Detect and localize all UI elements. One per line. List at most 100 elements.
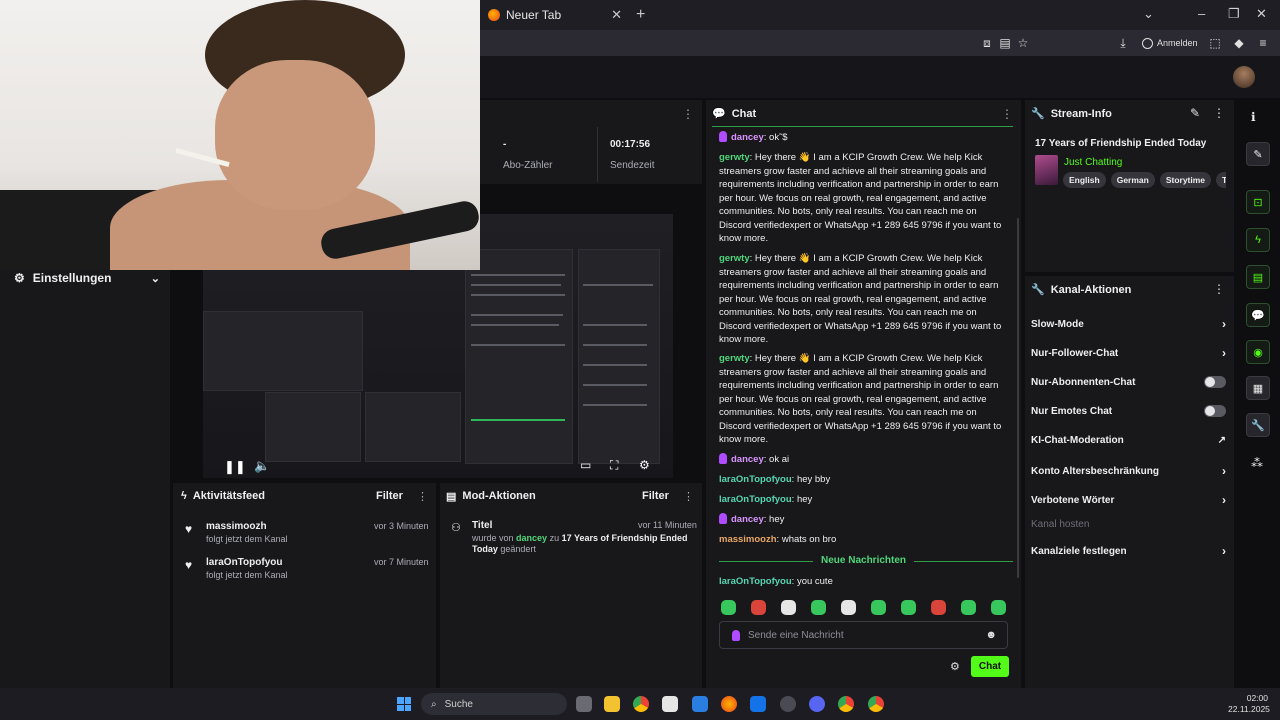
stream-tag[interactable]: Storytime	[1159, 172, 1212, 188]
emote-icon[interactable]	[721, 600, 736, 615]
more-options-icon[interactable]: ⋮	[682, 107, 694, 121]
action-channel-goals[interactable]: Kanalziele festlegen ›	[1031, 544, 1226, 558]
chat-username[interactable]: laraOnTopofyou	[719, 474, 792, 485]
action-subscriber-chat[interactable]: Nur-Abonnenten-Chat	[1031, 376, 1226, 388]
stream-category[interactable]: Just Chatting	[1064, 157, 1122, 168]
category-thumbnail[interactable]	[1035, 155, 1058, 185]
emote-chat-toggle[interactable]	[1204, 405, 1226, 417]
chat-icon[interactable]: 💬	[1246, 303, 1270, 327]
bolt-icon[interactable]: ϟ	[1246, 228, 1270, 252]
task-view-icon[interactable]	[576, 696, 592, 712]
widgets-icon[interactable]: ⁂	[1251, 456, 1263, 470]
emote-icon[interactable]	[751, 600, 766, 615]
chat-settings-icon[interactable]: ⚙	[950, 660, 960, 673]
settings-toggle[interactable]: ⚙ Einstellungen ⌄	[14, 271, 160, 285]
emote-icon[interactable]	[811, 600, 826, 615]
emoji-picker-icon[interactable]: ☻	[985, 629, 997, 641]
snipping-tool-icon[interactable]	[662, 696, 678, 712]
volume-icon[interactable]: 🔈	[254, 458, 270, 474]
document-icon[interactable]: ▤	[1246, 265, 1270, 289]
action-follower-chat[interactable]: Nur-Follower-Chat ›	[1031, 346, 1226, 360]
action-emote-chat[interactable]: Nur Emotes Chat	[1031, 405, 1226, 417]
signin-button[interactable]: Anmelden	[1142, 34, 1198, 52]
chrome-icon[interactable]	[633, 696, 649, 712]
chat-username[interactable]: massimoozh	[719, 534, 777, 545]
new-messages-label[interactable]: Neue Nachrichten	[813, 555, 915, 566]
browser-tab[interactable]: Neuer Tab ✕	[480, 4, 630, 26]
emote-icon[interactable]	[781, 600, 796, 615]
crop-icon[interactable]: ⊡	[1246, 190, 1270, 214]
chrome-profile-icon[interactable]	[838, 696, 854, 712]
stream-tag[interactable]: English	[1063, 172, 1106, 188]
download-icon[interactable]: ⤓	[1114, 34, 1132, 52]
chat-username[interactable]: gerwty	[719, 353, 750, 364]
action-banned-words[interactable]: Verbotene Wörter ›	[1031, 493, 1226, 507]
outlook-icon[interactable]	[750, 696, 766, 712]
fullscreen-icon[interactable]: ⛶	[610, 458, 618, 473]
menu-icon[interactable]: ≡	[1254, 34, 1272, 52]
mod-filter-button[interactable]: Filter	[642, 490, 669, 502]
subscriber-chat-toggle[interactable]	[1204, 376, 1226, 388]
emote-icon[interactable]	[901, 600, 916, 615]
more-options-icon[interactable]: ⋮	[683, 490, 694, 503]
tab-list-icon[interactable]: ⌄	[1143, 6, 1154, 22]
chat-username[interactable]: dancey	[731, 514, 764, 525]
maximize-button[interactable]: ❐	[1228, 6, 1240, 22]
reader-icon[interactable]: ▤	[996, 34, 1014, 52]
chat-message-input[interactable]: Sende eine Nachricht ☻	[719, 621, 1008, 649]
chat-username[interactable]: gerwty	[719, 152, 750, 163]
vpn-icon[interactable]: ◆	[1230, 34, 1248, 52]
emote-icon[interactable]	[991, 600, 1006, 615]
firefox-taskbar-icon[interactable]	[721, 696, 737, 712]
feed-username[interactable]: massimoozh	[206, 521, 267, 532]
pause-icon[interactable]: ❚❚	[224, 459, 246, 475]
emote-icon[interactable]	[841, 600, 856, 615]
action-ai-moderation[interactable]: KI-Chat-Moderation ↗	[1031, 435, 1226, 446]
chat-username[interactable]: dancey	[731, 454, 764, 465]
close-tab-icon[interactable]: ✕	[611, 7, 622, 23]
chat-username[interactable]: dancey	[731, 132, 764, 143]
layout-icon[interactable]: ▦	[1246, 376, 1270, 400]
more-options-icon[interactable]: ⋮	[1001, 107, 1013, 121]
broadcast-icon[interactable]: ◉	[1246, 340, 1270, 364]
more-options-icon[interactable]: ⋮	[1210, 280, 1228, 298]
chat-username[interactable]: laraOnTopofyou	[719, 494, 792, 505]
edit-icon[interactable]: ✎	[1246, 142, 1270, 166]
info-icon[interactable]: ℹ	[1251, 110, 1256, 124]
clip-icon[interactable]: ▭	[580, 458, 591, 472]
chat-scrollbar[interactable]	[1017, 218, 1019, 578]
wrench-icon[interactable]: 🔧	[1246, 413, 1270, 437]
bookmark-star-icon[interactable]: ☆	[1014, 34, 1032, 52]
emote-icon[interactable]	[931, 600, 946, 615]
action-age-restriction[interactable]: Konto Altersbeschränkung ›	[1031, 464, 1226, 478]
windows-start-icon[interactable]	[397, 697, 411, 711]
chat-username[interactable]: gerwty	[719, 253, 750, 264]
close-window-button[interactable]: ✕	[1256, 6, 1267, 22]
video-settings-icon[interactable]: ⚙	[639, 458, 650, 472]
send-chat-button[interactable]: Chat	[971, 656, 1009, 677]
notepad-icon[interactable]	[692, 696, 708, 712]
chrome-alt-icon[interactable]	[868, 696, 884, 712]
more-options-icon[interactable]: ⋮	[417, 490, 428, 503]
discord-icon[interactable]	[809, 696, 825, 712]
new-tab-button[interactable]: +	[636, 6, 645, 24]
activity-filter-button[interactable]: Filter	[376, 490, 403, 502]
action-slow-mode[interactable]: Slow-Mode ›	[1031, 317, 1226, 331]
edit-pencil-icon[interactable]: ✎	[1186, 104, 1204, 122]
more-options-icon[interactable]: ⋮	[1210, 104, 1228, 122]
file-explorer-icon[interactable]	[604, 696, 620, 712]
extensions-icon[interactable]: ⬚	[1206, 34, 1224, 52]
stream-tag[interactable]: German	[1110, 172, 1155, 188]
minimize-button[interactable]: –	[1198, 6, 1205, 21]
emote-icon[interactable]	[961, 600, 976, 615]
obs-icon[interactable]	[780, 696, 796, 712]
feed-username[interactable]: laraOnTopofyou	[206, 557, 282, 568]
screenshot-icon[interactable]: ⧈	[978, 34, 996, 52]
chat-username[interactable]: laraOnTopofyou	[719, 576, 792, 587]
user-avatar[interactable]	[1233, 66, 1255, 88]
emote-icon[interactable]	[871, 600, 886, 615]
taskbar-search[interactable]: ⌕ Suche	[421, 693, 567, 715]
stream-tag[interactable]: Tru	[1216, 172, 1226, 188]
mod-user[interactable]: dancey	[516, 533, 547, 543]
taskbar-clock[interactable]: 02:00 22.11.2025	[1228, 693, 1270, 715]
